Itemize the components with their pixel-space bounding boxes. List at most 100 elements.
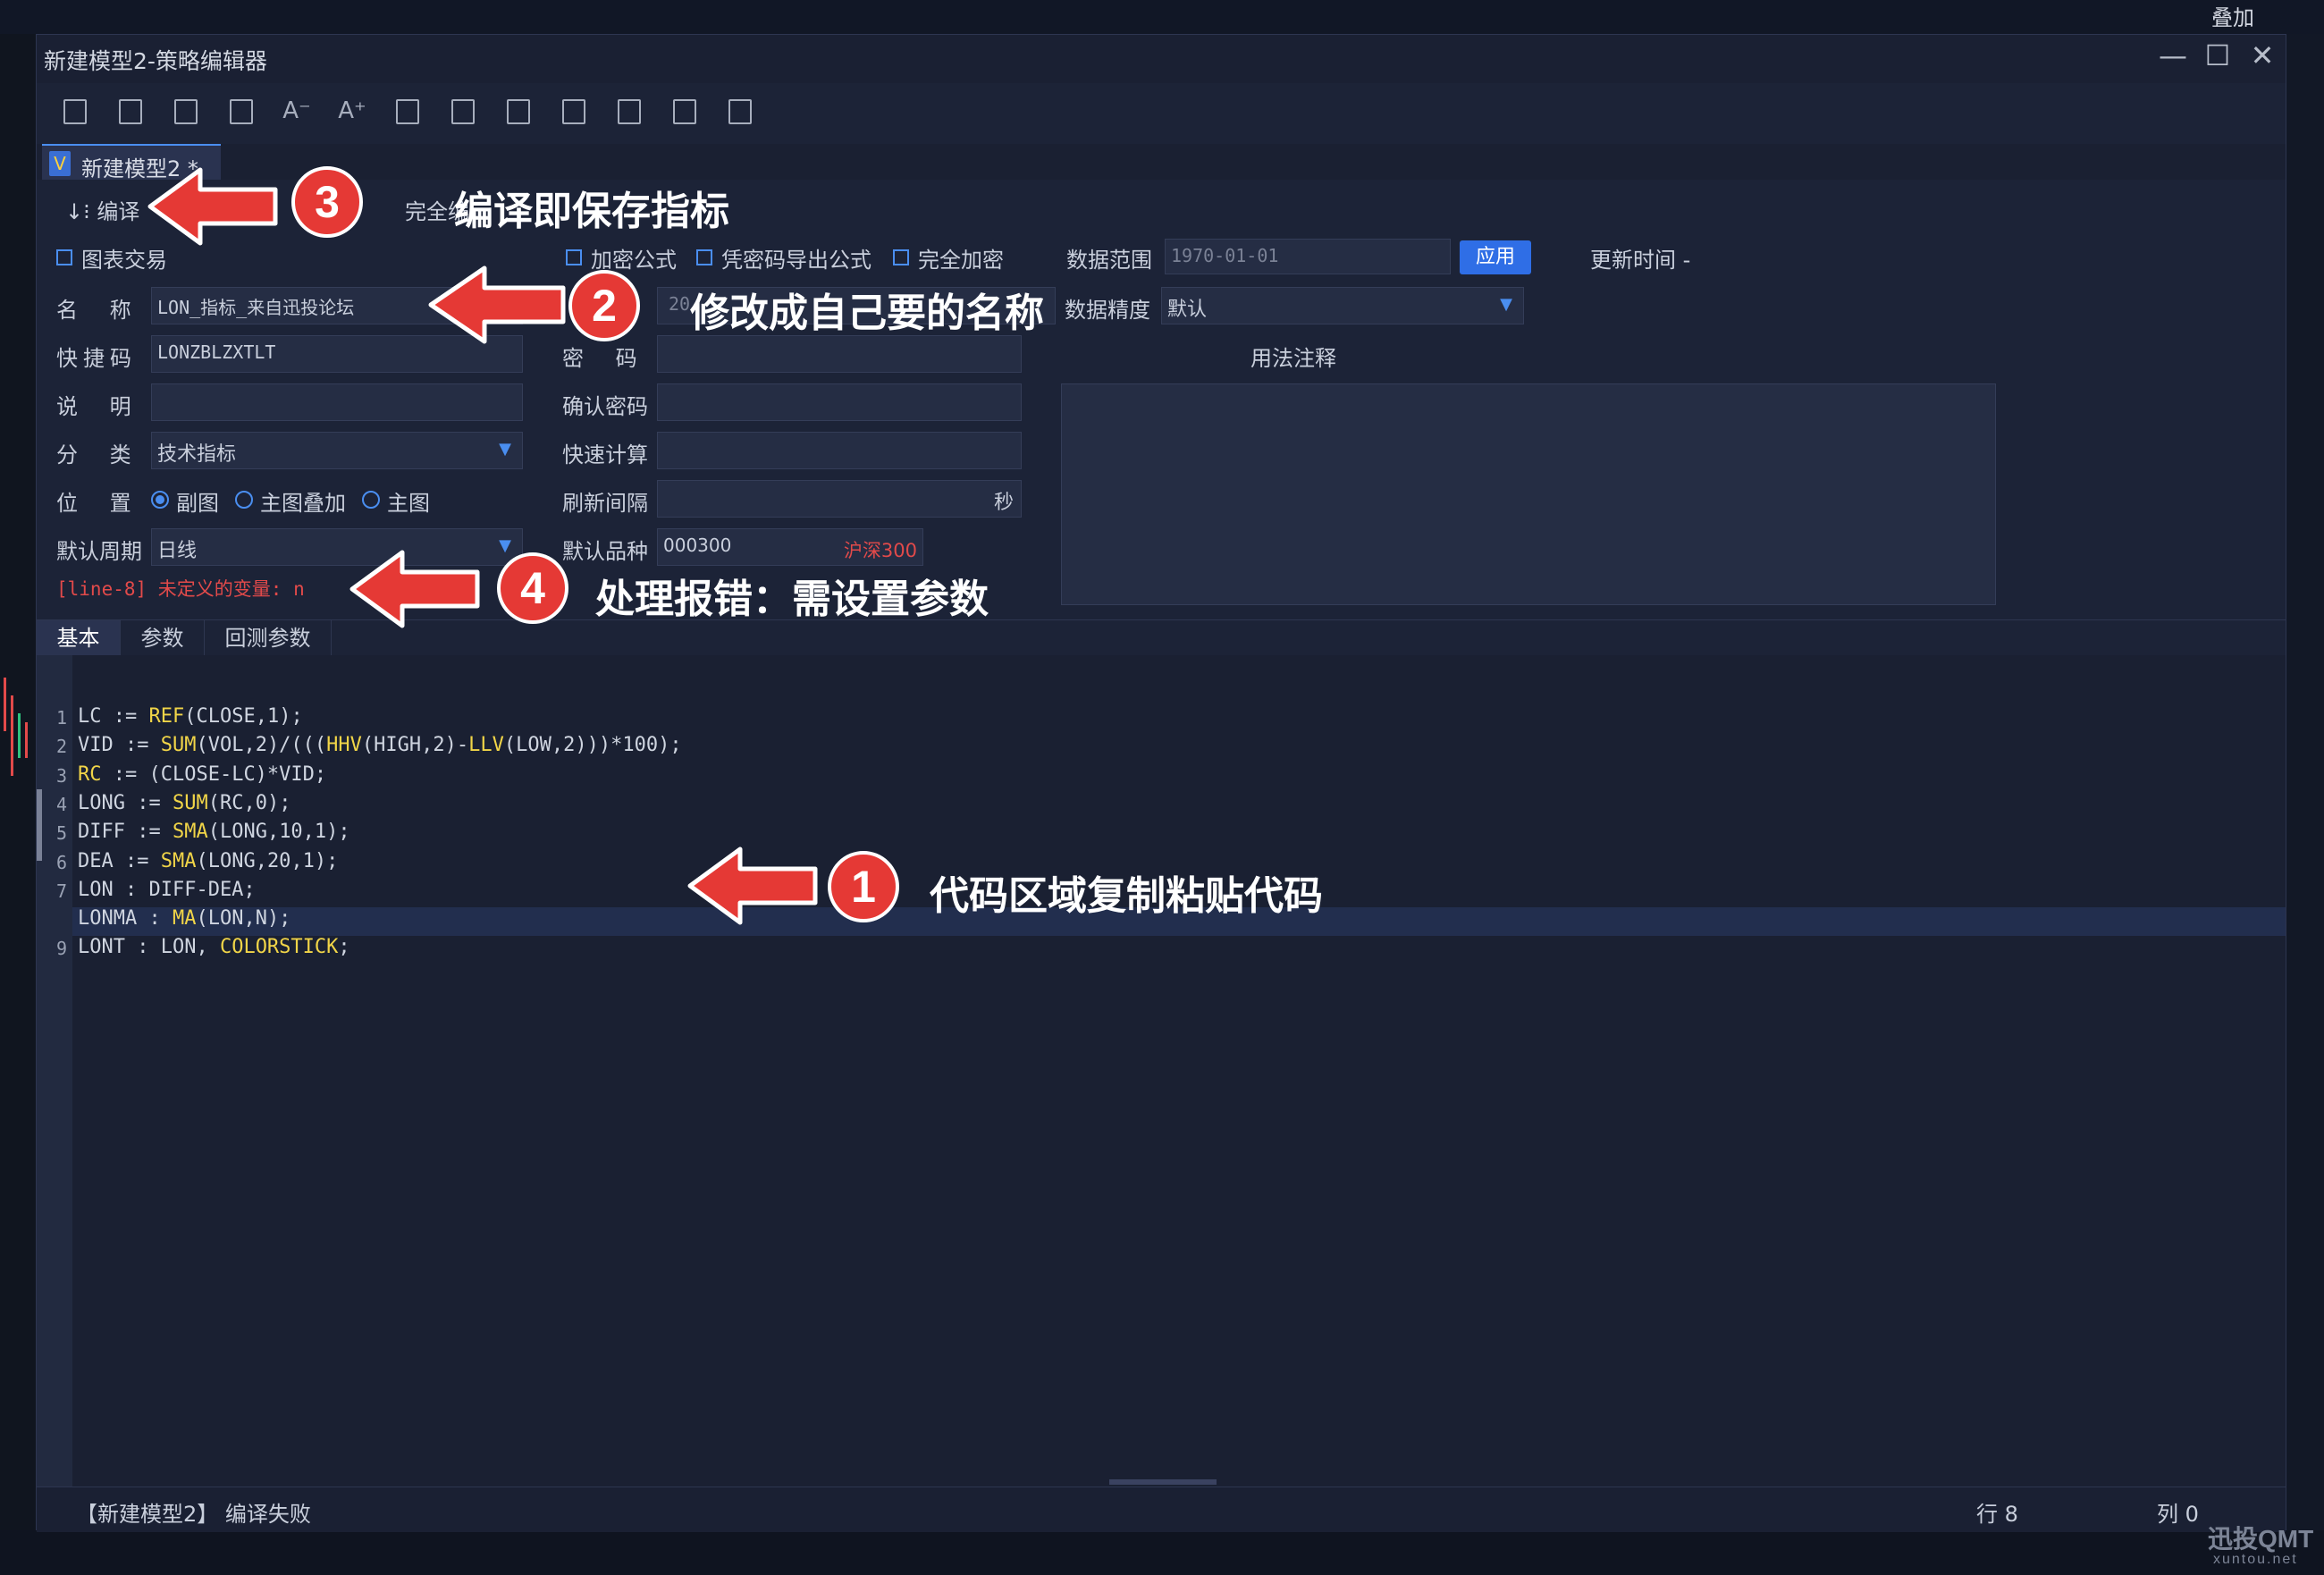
config-icon[interactable] [721, 92, 759, 130]
full-encrypt-checkbox[interactable] [893, 249, 909, 265]
encrypt-formula-label: 加密公式 [591, 248, 677, 273]
annotation-text-1: 代码区域复制粘贴代码 [930, 874, 1323, 918]
category-value: 技术指标 [157, 443, 237, 466]
save-as-icon[interactable] [167, 92, 205, 130]
default-symbol-name: 沪深300 [843, 540, 917, 561]
code-line[interactable]: DEA := SMA(LONG,20,1); [78, 850, 338, 872]
font-increase-icon[interactable]: A⁺ [333, 92, 371, 130]
compile-button[interactable]: ↓⁝ 编译 [65, 194, 139, 225]
candle [25, 722, 28, 758]
code-editor[interactable]: 1 2 3 4 5 6 7 9 LC := REF(CLOSE,1); VID := SUM(VO… [37, 655, 2286, 1487]
background-bottom-bar [0, 1530, 2324, 1575]
refresh-interval-label: 刷新间隔 [562, 491, 648, 516]
chevron-down-icon: ▼ [499, 440, 511, 459]
line-number: 3 [55, 764, 67, 787]
line-number: 9 [55, 938, 67, 960]
data-range-label: 数据范围 [1066, 248, 1152, 273]
category-select[interactable]: 技术指标 ▼ [151, 432, 523, 469]
position-label: 位 置 [56, 491, 144, 516]
code-token: (LONG,20,1); [196, 849, 339, 872]
refresh-interval-input[interactable]: 秒 [657, 480, 1022, 518]
code-line[interactable]: LONMA : MA(LON,N); [78, 907, 290, 930]
tab-params[interactable]: 参数 [121, 620, 205, 656]
position-radio-main[interactable] [362, 491, 380, 509]
category-label: 分 类 [56, 442, 144, 467]
data-precision-label: 数据精度 [1065, 298, 1150, 323]
annotation-badge-1: 1 [828, 851, 899, 922]
code-keyword: SUM [160, 734, 197, 757]
export-icon[interactable] [444, 92, 482, 130]
annotation-badge-2: 2 [568, 270, 640, 341]
status-col: 列 0 [2157, 1502, 2199, 1527]
name-label: 名 称 [56, 298, 144, 323]
line-number: 5 [55, 822, 67, 845]
editor-splitter-handle[interactable] [1109, 1479, 1217, 1485]
code-token: VID := [78, 734, 161, 757]
font-decrease-icon[interactable]: A⁻ [278, 92, 316, 130]
confirm-password-input[interactable] [657, 383, 1022, 421]
encrypt-formula-checkbox[interactable] [566, 249, 582, 265]
save-all-icon[interactable] [112, 92, 149, 130]
candle [4, 678, 6, 731]
compile-error-message: [line-8] 未定义的变量: n [56, 578, 305, 600]
status-message: 【新建模型2】 编译失败 [76, 1502, 311, 1527]
data-precision-select[interactable]: 默认 ▼ [1161, 287, 1524, 324]
default-symbol-input[interactable]: 000300 沪深300 [657, 528, 923, 566]
code-line[interactable]: DIFF := SMA(LONG,10,1); [78, 821, 350, 843]
code-token: (LON,N); [196, 907, 291, 931]
import-icon[interactable] [389, 92, 426, 130]
code-line[interactable]: RC := (CLOSE-LC)*VID; [78, 763, 326, 786]
shortcut-label: 快捷码 [56, 346, 137, 371]
tab-backtest-params[interactable]: 回测参数 [205, 620, 332, 656]
update-time-label: 更新时间 - [1590, 248, 1691, 273]
save-icon[interactable] [56, 92, 94, 130]
code-keyword: MA [172, 907, 197, 931]
quick-calc-input[interactable] [657, 432, 1022, 469]
code-line[interactable]: LON : DIFF-DEA; [78, 879, 256, 901]
annotation-text-3: 编译即保存指标 [454, 190, 729, 233]
annotation-arrow-4 [349, 550, 480, 628]
minimize-button[interactable]: — [2155, 38, 2191, 72]
window-title: 新建模型2-策略编辑器 [44, 48, 267, 74]
copy-icon[interactable] [223, 92, 260, 130]
maximize-button[interactable]: ☐ [2200, 38, 2236, 72]
code-keyword: RC [78, 762, 102, 786]
close-button[interactable]: ✕ [2244, 38, 2280, 72]
apply-button[interactable]: 应用 [1460, 240, 1531, 274]
chart-trade-checkbox[interactable] [56, 249, 72, 265]
default-period-label: 默认周期 [56, 539, 142, 564]
file-tab-strip: V 新建模型2 * [37, 144, 2286, 181]
quick-calc-label: 快速计算 [562, 442, 648, 467]
code-keyword: COLORSTICK [219, 936, 339, 959]
background-overlay-label: 叠加 [2211, 5, 2254, 30]
code-line[interactable]: LC := REF(CLOSE,1); [78, 705, 303, 728]
position-radio-overlay[interactable] [235, 491, 253, 509]
usage-notes-label: 用法注释 [1250, 346, 1336, 371]
line-number: 1 [55, 707, 67, 729]
tab-basic[interactable]: 基本 [37, 620, 121, 656]
password-input[interactable] [657, 335, 1022, 373]
description-input[interactable] [151, 383, 523, 421]
code-token: ; [338, 936, 350, 959]
annotation-arrow-2 [428, 265, 566, 344]
line-number: 6 [55, 851, 67, 873]
code-line[interactable]: LONT : LON, COLORSTICK; [78, 936, 350, 958]
password-export-checkbox[interactable] [696, 249, 712, 265]
default-symbol-label: 默认品种 [562, 539, 648, 564]
code-line[interactable]: VID := SUM(VOL,2)/(((HHV(HIGH,2)-LLV(LOW… [78, 734, 682, 756]
settings-icon[interactable] [666, 92, 703, 130]
code-line[interactable]: LONG := SUM(RC,0); [78, 792, 290, 814]
status-row: 行 8 [1976, 1502, 2018, 1527]
annotation-arrow-1 [687, 846, 818, 925]
compile-icon: ↓⁝ [65, 199, 97, 224]
replace-icon[interactable] [555, 92, 593, 130]
data-range-input[interactable]: 1970-01-01 [1165, 239, 1451, 274]
position-radio-sub[interactable] [151, 491, 169, 509]
position-option-sub: 副图 [176, 491, 219, 516]
position-option-overlay: 主图叠加 [260, 491, 346, 516]
find-icon[interactable] [500, 92, 537, 130]
document-icon[interactable] [610, 92, 648, 130]
code-token: (RC,0); [207, 791, 291, 814]
background-chart-right [2286, 34, 2324, 1575]
usage-notes-textarea[interactable] [1061, 383, 1996, 605]
